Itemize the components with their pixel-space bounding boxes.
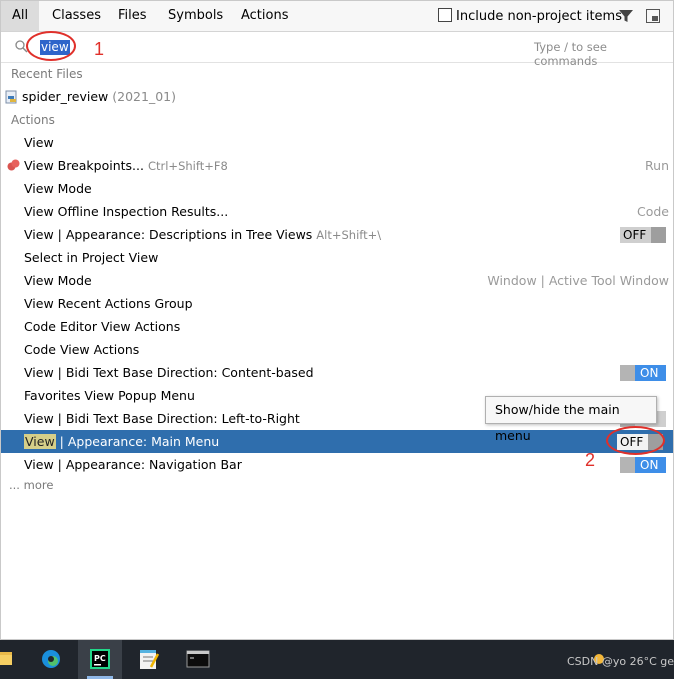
annotation-number-1: 1 [94, 39, 105, 59]
pycharm-button[interactable]: PC [78, 640, 122, 679]
action-label: View Breakpoints... [24, 158, 144, 173]
action-item[interactable]: View [1, 131, 673, 154]
python-file-icon [5, 90, 17, 104]
action-item[interactable]: View Mode Window | Active Tool Window [1, 269, 673, 292]
tab-symbols[interactable]: Symbols [157, 1, 234, 31]
recent-file-item[interactable]: spider_review (2021_01) [1, 85, 673, 108]
action-group: Run [645, 158, 669, 173]
file-explorer-button[interactable] [0, 640, 26, 679]
scope-tab-bar: All Classes Files Symbols Actions Includ… [1, 1, 673, 32]
folder-icon [0, 652, 12, 665]
section-actions: Actions [11, 113, 55, 127]
action-item[interactable]: View Mode [1, 177, 673, 200]
toggle-state: ON [640, 366, 659, 380]
action-item[interactable]: View Breakpoints... Ctrl+Shift+F8 Run [1, 154, 673, 177]
action-label: View Offline Inspection Results... [24, 204, 229, 219]
filter-icon[interactable] [618, 8, 634, 24]
toggle-state: OFF [623, 228, 647, 242]
tab-all[interactable]: All [1, 1, 40, 31]
action-label: View Recent Actions Group [24, 296, 193, 311]
toggle-knob [651, 227, 666, 243]
toggle-switch[interactable]: OFF [620, 227, 666, 243]
svg-text:PC: PC [94, 654, 106, 663]
shortcut-label: Ctrl+Shift+F8 [147, 159, 228, 173]
open-in-window-icon[interactable] [646, 9, 660, 23]
tooltip: Show/hide the main menu [485, 396, 657, 443]
terminal-button[interactable] [176, 640, 220, 679]
terminal-icon [186, 650, 210, 668]
edge-browser-button[interactable] [29, 640, 73, 679]
annotation-circle-2 [606, 426, 665, 455]
system-tray-text: CSDN @yo 26°C get 多 [567, 655, 674, 668]
notepad-button[interactable] [127, 640, 171, 679]
action-label: | Appearance: Main Menu [55, 434, 220, 449]
action-item[interactable]: Code View Actions [1, 338, 673, 361]
action-label: Favorites View Popup Menu [24, 388, 195, 403]
action-item[interactable]: View | Bidi Text Base Direction: Content… [1, 361, 673, 384]
breakpoint-icon [7, 159, 20, 171]
action-item-selected[interactable]: View | Appearance: Main Menu OFF [1, 430, 673, 453]
action-group: Code [636, 204, 669, 219]
windows-taskbar: PC CSDN @yo 26°C get 多 [0, 640, 674, 679]
action-label: Code Editor View Actions [24, 319, 181, 334]
more-link[interactable]: ... more [9, 478, 53, 492]
include-non-project-checkbox[interactable]: Include non-project items [438, 8, 622, 24]
action-label: View Mode [24, 273, 92, 288]
annotation-circle-1 [26, 31, 76, 61]
action-item[interactable]: Select in Project View [1, 246, 673, 269]
tab-actions[interactable]: Actions [230, 1, 300, 31]
tab-classes[interactable]: Classes [41, 1, 112, 31]
search-hint: Type / to see commands [534, 40, 607, 68]
edge-icon [42, 650, 60, 668]
toggle-switch[interactable]: ON [620, 365, 666, 381]
action-label: View | Appearance: Navigation Bar [24, 457, 242, 472]
action-item[interactable]: View Offline Inspection Results... Code [1, 200, 673, 223]
toggle-state: ON [640, 458, 659, 472]
action-label: Code View Actions [24, 342, 140, 357]
action-item[interactable]: Code Editor View Actions [1, 315, 673, 338]
toggle-knob [620, 365, 635, 381]
action-label: Select in Project View [24, 250, 159, 265]
shortcut-label: Alt+Shift+\ [316, 228, 382, 242]
toggle-knob [620, 457, 635, 473]
recent-file-detail: (2021_01) [112, 89, 176, 104]
recent-file-name: spider_review [22, 89, 109, 104]
tab-files[interactable]: Files [107, 1, 158, 31]
action-label: View [24, 135, 54, 150]
annotation-number-2: 2 [585, 450, 596, 470]
action-item[interactable]: View | Appearance: Descriptions in Tree … [1, 223, 673, 246]
toggle-switch[interactable]: ON [620, 457, 666, 473]
include-label: Include non-project items [456, 9, 622, 24]
section-recent-files: Recent Files [11, 67, 83, 81]
action-group: Window | Active Tool Window [487, 273, 669, 288]
checkbox-box[interactable] [438, 8, 452, 22]
action-label: View Mode [24, 181, 92, 196]
notepad-icon [140, 650, 160, 669]
action-label: View | Bidi Text Base Direction: Content… [24, 365, 314, 380]
action-item[interactable]: View Recent Actions Group [1, 292, 673, 315]
match-highlight: View [24, 434, 56, 449]
action-label: View | Bidi Text Base Direction: Left-to… [24, 411, 300, 426]
action-label: View | Appearance: Descriptions in Tree … [24, 227, 313, 242]
pycharm-icon: PC [90, 649, 110, 669]
search-everywhere-popup: All Classes Files Symbols Actions Includ… [0, 0, 674, 640]
action-item[interactable]: View | Appearance: Navigation Bar ON [1, 453, 673, 476]
